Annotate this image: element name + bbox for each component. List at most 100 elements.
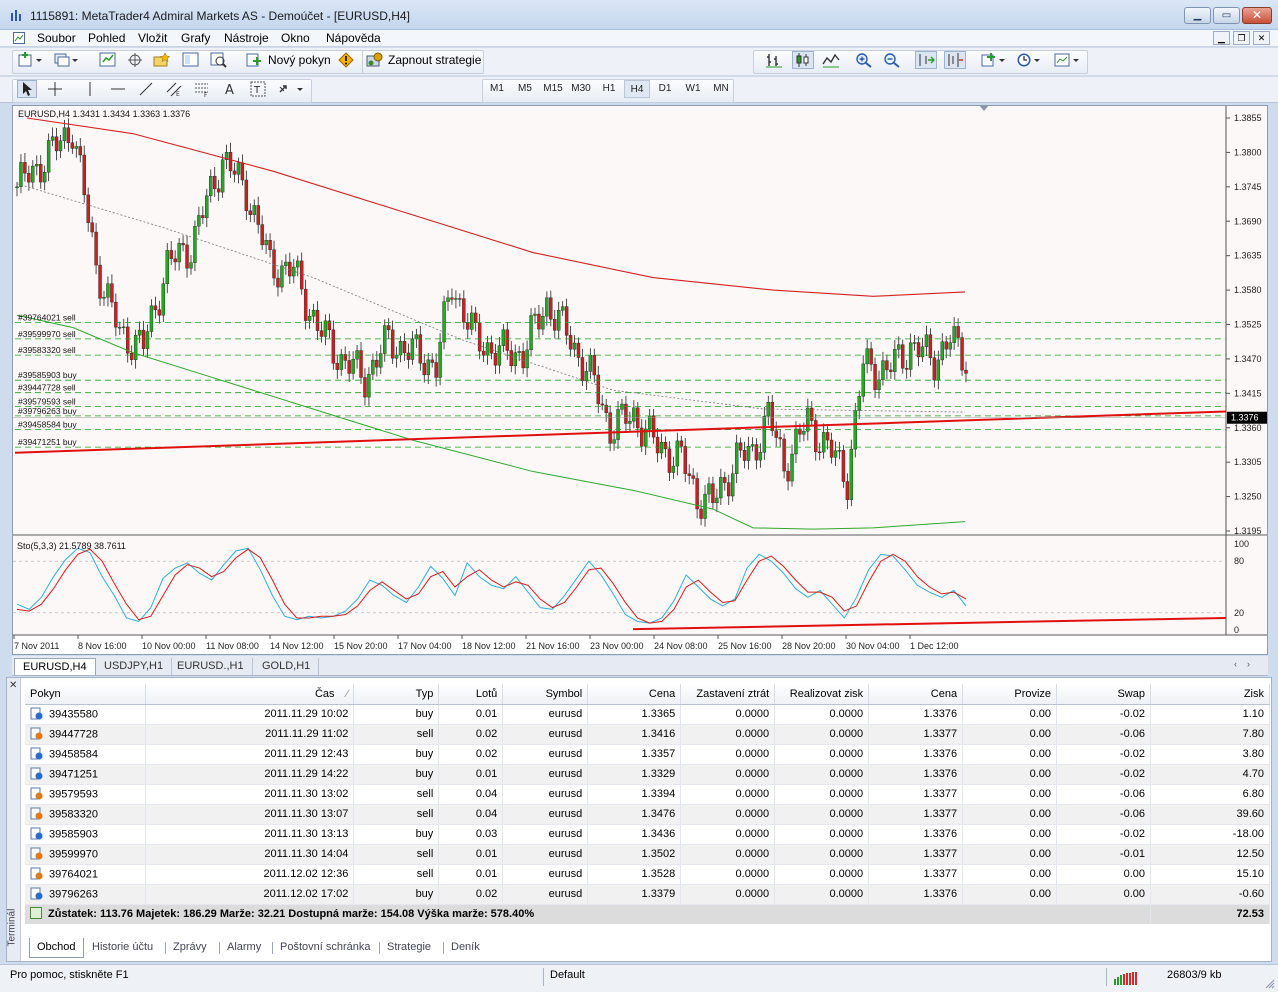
resize-grip-icon[interactable] bbox=[1265, 979, 1275, 989]
main-plot-bg bbox=[13, 106, 1267, 534]
timeframe-m1[interactable]: M1 bbox=[484, 80, 510, 98]
order-value: 0.0000 bbox=[735, 868, 770, 880]
time-tick-label: 17 Nov 04:00 bbox=[398, 641, 452, 651]
new-order-button[interactable]: Nový pokyn bbox=[268, 53, 331, 67]
line-chart-button[interactable] bbox=[821, 51, 841, 69]
col-cena-current[interactable]: Cena bbox=[868, 684, 964, 705]
col-lotu[interactable]: Lotů bbox=[438, 684, 504, 705]
col-realizovat-zisk[interactable]: Realizovat zisk bbox=[774, 684, 870, 705]
timeframe-h4[interactable]: H4 bbox=[624, 80, 650, 98]
new-chart-button[interactable] bbox=[16, 51, 46, 69]
periods-button[interactable] bbox=[1014, 51, 1044, 69]
zoom-out-button[interactable] bbox=[882, 51, 902, 69]
order-row[interactable]: 39599970 2011.11.30 14:04 sell 0.01 eurusd 1.… bbox=[25, 844, 1270, 865]
timeframe-m15[interactable]: M15 bbox=[540, 80, 566, 98]
child-restore-button[interactable]: ❐ bbox=[1233, 31, 1250, 45]
terminal-tab-zpravy[interactable]: Zprávy bbox=[166, 938, 214, 958]
col-pokyn[interactable]: Pokyn bbox=[25, 684, 147, 705]
text-label-tool-button[interactable]: T bbox=[248, 80, 268, 98]
market-watch-button[interactable] bbox=[97, 51, 119, 69]
terminal-tab-strategie[interactable]: Strategie bbox=[380, 938, 438, 958]
order-row[interactable]: 39471251 2011.11.29 14:22 buy 0.01 eurusd 1.3… bbox=[25, 764, 1270, 785]
menu-soubor[interactable]: Soubor bbox=[37, 31, 76, 45]
timeframe-d1[interactable]: D1 bbox=[652, 80, 678, 98]
order-cell-zisk: -18.00 bbox=[1150, 824, 1270, 845]
tab-scroll-arrows-icon[interactable]: ‹› bbox=[1234, 659, 1260, 669]
menu-nastroje[interactable]: Nástroje bbox=[224, 31, 269, 45]
order-value: 0.03 bbox=[475, 828, 498, 840]
timeframe-h1[interactable]: H1 bbox=[596, 80, 622, 98]
chart-tab-usdjpy-h1[interactable]: USDJPY,H1 bbox=[96, 658, 173, 675]
terminal-tab-historie-uctu[interactable]: Historie účtu bbox=[85, 938, 160, 958]
fibonacci-tool-button[interactable]: F bbox=[192, 80, 212, 98]
terminal-close-icon[interactable]: ✕ bbox=[9, 680, 17, 691]
order-row[interactable]: 39447728 2011.11.29 11:02 sell 0.02 eurusd 1.… bbox=[25, 724, 1270, 745]
price-chart[interactable]: 1.3855 1.3800 1.3745 1.3690 1.3635 1.3580 1.35… bbox=[13, 106, 1267, 654]
menu-pohled[interactable]: Pohled bbox=[88, 31, 125, 45]
indicators-button[interactable] bbox=[980, 51, 1008, 69]
arrows-tool-button[interactable] bbox=[276, 80, 306, 98]
minimize-button[interactable]: ▁ bbox=[1184, 7, 1211, 24]
new-order-icon-button[interactable] bbox=[244, 51, 264, 69]
autotrade-button[interactable]: Zapnout strategie bbox=[388, 53, 481, 67]
menu-napoveda[interactable]: Nápověda bbox=[326, 31, 381, 45]
strategy-tester-button[interactable] bbox=[208, 51, 230, 69]
maximize-button[interactable]: ▭ bbox=[1213, 7, 1240, 24]
col-symbol[interactable]: Symbol bbox=[502, 684, 589, 705]
cursor-tool-button[interactable] bbox=[17, 80, 37, 98]
account-summary-row[interactable]: Zůstatek: 113.76 Majetek: 186.29 Marže: … bbox=[25, 904, 1270, 924]
order-row[interactable]: 39583320 2011.11.30 13:07 sell 0.04 eurusd 1.… bbox=[25, 804, 1270, 825]
order-row[interactable]: 39435580 2011.11.29 10:02 buy 0.01 eurusd 1.3… bbox=[25, 704, 1270, 725]
templates-button[interactable] bbox=[1052, 51, 1082, 69]
bear-candle bbox=[90, 222, 94, 233]
order-row[interactable]: 39579593 2011.11.30 13:02 sell 0.04 eurusd 1.… bbox=[25, 784, 1270, 805]
crosshair-tool-button[interactable] bbox=[45, 80, 65, 98]
chart-shift-button[interactable] bbox=[944, 51, 966, 69]
col-typ[interactable]: Typ bbox=[353, 684, 440, 705]
navigator-button[interactable] bbox=[151, 51, 173, 69]
order-row[interactable]: 39585903 2011.11.30 13:13 buy 0.03 eurusd 1.3… bbox=[25, 824, 1270, 845]
col-zastaveni-ztrat[interactable]: Zastavení ztrát bbox=[680, 684, 776, 705]
terminal-tab-postovni-schranka[interactable]: Poštovní schránka bbox=[273, 938, 378, 958]
terminal-tab-obchod[interactable]: Obchod bbox=[29, 938, 84, 958]
chart-window[interactable]: 1.3855 1.3800 1.3745 1.3690 1.3635 1.3580 1.35… bbox=[12, 105, 1268, 655]
col-swap[interactable]: Swap bbox=[1056, 684, 1151, 705]
menu-grafy[interactable]: Grafy bbox=[181, 31, 210, 45]
child-minimize-button[interactable]: ▁ bbox=[1213, 31, 1230, 45]
timeframe-mn[interactable]: MN bbox=[708, 80, 734, 98]
metaeditor-button[interactable] bbox=[336, 51, 356, 69]
equidistant-channel-tool-button[interactable]: E bbox=[164, 80, 184, 98]
timeframe-m30[interactable]: M30 bbox=[568, 80, 594, 98]
terminal-tab-denik[interactable]: Deník bbox=[444, 938, 487, 958]
order-row[interactable]: 39458584 2011.11.29 12:43 buy 0.02 eurusd 1.3… bbox=[25, 744, 1270, 765]
chart-tab-eurusd-h4[interactable]: EURUSD,H4 bbox=[14, 658, 96, 675]
menu-vlozit[interactable]: Vložit bbox=[138, 31, 167, 45]
data-window-button[interactable] bbox=[124, 51, 146, 69]
order-row[interactable]: 39796263 2011.12.02 17:02 buy 0.02 eurusd 1.3… bbox=[25, 884, 1270, 905]
candlestick-chart-button[interactable] bbox=[792, 51, 814, 69]
timeframe-m5[interactable]: M5 bbox=[512, 80, 538, 98]
zoom-in-button[interactable] bbox=[854, 51, 874, 69]
vertical-line-tool-button[interactable] bbox=[80, 80, 100, 98]
chart-tab-eurusd-dot-h1[interactable]: EURUSD.,H1 bbox=[169, 658, 253, 675]
order-row[interactable]: 39764021 2011.12.02 12:36 sell 0.01 eurusd 1.… bbox=[25, 864, 1270, 885]
terminal-button[interactable] bbox=[180, 51, 202, 69]
timeframe-w1[interactable]: W1 bbox=[680, 80, 706, 98]
terminal-tab-alarmy[interactable]: Alarmy bbox=[220, 938, 268, 958]
autotrade-icon-button[interactable] bbox=[366, 51, 384, 69]
close-button[interactable]: ✕ bbox=[1242, 7, 1272, 24]
menu-okno[interactable]: Okno bbox=[281, 31, 310, 45]
auto-scroll-button[interactable] bbox=[915, 51, 937, 69]
col-cas[interactable]: Čas ⁄ bbox=[145, 684, 355, 705]
trendline-tool-button[interactable] bbox=[136, 80, 156, 98]
text-tool-button[interactable]: A bbox=[220, 80, 240, 98]
horizontal-line-tool-button[interactable] bbox=[108, 80, 128, 98]
col-provize[interactable]: Provize bbox=[962, 684, 1058, 705]
bar-chart-button[interactable] bbox=[764, 51, 784, 69]
child-close-button[interactable]: ✕ bbox=[1253, 31, 1270, 45]
order-value: 1.3376 bbox=[923, 748, 958, 760]
col-zisk[interactable]: Zisk bbox=[1150, 684, 1270, 705]
col-cena-open[interactable]: Cena bbox=[587, 684, 682, 705]
chart-tab-gold-h1[interactable]: GOLD,H1 bbox=[254, 658, 320, 675]
profiles-button[interactable] bbox=[52, 51, 82, 69]
